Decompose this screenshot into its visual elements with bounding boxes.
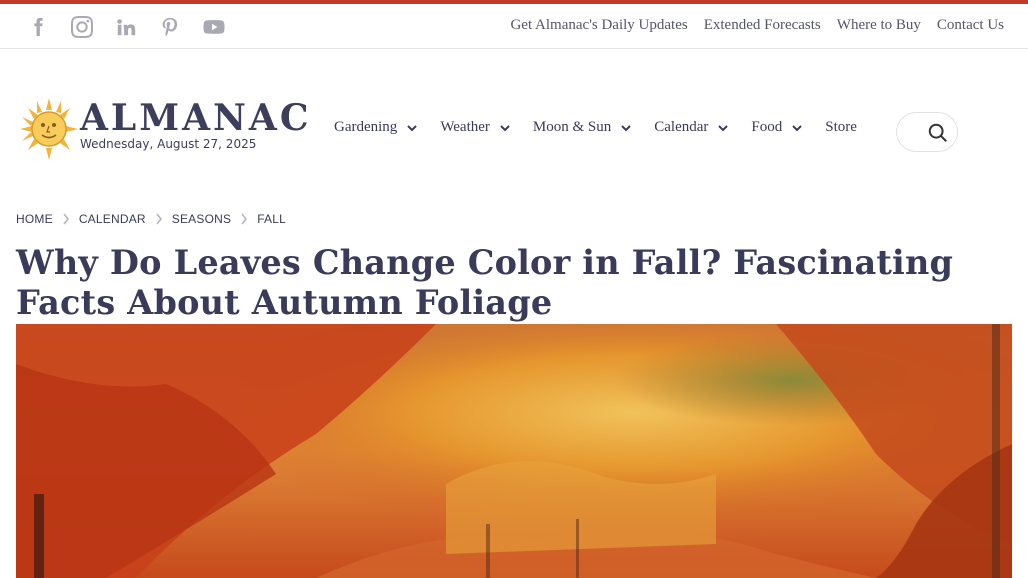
breadcrumb-home[interactable]: HOME: [16, 212, 53, 226]
extended-forecasts-link[interactable]: Extended Forecasts: [704, 17, 821, 34]
nav-gardening-label: Gardening: [334, 119, 398, 135]
utility-links: Get Almanac's Daily Updates Extended For…: [510, 17, 1004, 34]
logo-wordmark: ALMANAC: [80, 97, 312, 139]
nav-store[interactable]: Store: [825, 119, 857, 136]
search-button[interactable]: [896, 112, 958, 152]
chevron-down-icon: [620, 122, 632, 134]
nav-gardening[interactable]: Gardening: [334, 119, 418, 136]
hero-image: [16, 324, 1012, 578]
chevron-down-icon: [499, 122, 511, 134]
facebook-icon[interactable]: [26, 15, 50, 39]
chevron-down-icon: [406, 122, 418, 134]
site-header: ALMANAC Wednesday, August 27, 2025 Garde…: [0, 50, 1028, 200]
nav-food-label: Food: [751, 119, 783, 135]
nav-moon-sun[interactable]: Moon & Sun: [533, 119, 632, 136]
where-to-buy-link[interactable]: Where to Buy: [837, 17, 921, 34]
social-links: [26, 15, 226, 39]
chevron-right-icon: [231, 212, 257, 226]
nav-store-label: Store: [825, 119, 857, 135]
nav-food[interactable]: Food: [751, 119, 803, 136]
chevron-right-icon: [146, 212, 172, 226]
nav-moon-sun-label: Moon & Sun: [532, 119, 612, 135]
nav-calendar-label: Calendar: [654, 119, 709, 135]
sun-logo-icon: [20, 98, 78, 160]
almanac-logo[interactable]: ALMANAC Wednesday, August 27, 2025: [18, 96, 309, 162]
nav-weather-label: Weather: [440, 119, 490, 135]
chevron-right-icon: [53, 212, 79, 226]
chevron-down-icon: [791, 122, 803, 134]
breadcrumb-calendar[interactable]: CALENDAR: [79, 212, 146, 226]
nav-weather[interactable]: Weather: [440, 119, 511, 136]
nav-calendar[interactable]: Calendar: [654, 119, 729, 136]
youtube-icon[interactable]: [202, 15, 226, 39]
breadcrumb-fall[interactable]: FALL: [257, 212, 286, 226]
linkedin-icon[interactable]: [114, 15, 138, 39]
current-date: Wednesday, August 27, 2025: [80, 137, 257, 151]
chevron-down-icon: [717, 122, 729, 134]
search-icon: [928, 123, 947, 142]
utility-bar: Get Almanac's Daily Updates Extended For…: [0, 4, 1028, 49]
breadcrumb-seasons[interactable]: SEASONS: [172, 212, 231, 226]
instagram-icon[interactable]: [70, 15, 94, 39]
daily-updates-link[interactable]: Get Almanac's Daily Updates: [510, 17, 687, 34]
main-nav: Gardening Weather Moon & Sun Calendar Fo…: [334, 119, 879, 136]
breadcrumb: HOME CALENDAR SEASONS FALL: [16, 212, 286, 226]
pinterest-icon[interactable]: [158, 15, 182, 39]
article-title: Why Do Leaves Change Color in Fall? Fasc…: [16, 243, 954, 322]
contact-us-link[interactable]: Contact Us: [937, 17, 1004, 34]
